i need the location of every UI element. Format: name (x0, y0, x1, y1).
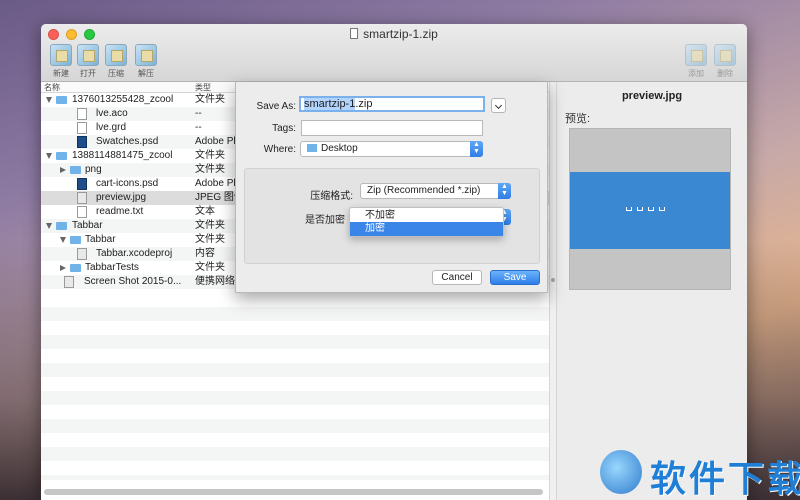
toolbar-extract-button[interactable]: 解压 (131, 44, 161, 79)
disclosure-triangle-icon[interactable] (60, 265, 66, 271)
psd-file-icon (77, 178, 87, 190)
preview-image (569, 128, 731, 290)
folder-icon (56, 222, 67, 230)
expand-dialog-button[interactable] (491, 98, 506, 113)
preview-pane: preview.jpg 预览: (557, 82, 747, 500)
splitter-handle-icon (551, 278, 555, 282)
toolbar-delete-button[interactable]: 删除 (710, 44, 740, 79)
extract-icon (135, 44, 157, 66)
column-name-header[interactable]: 名称 (44, 82, 60, 93)
cancel-button[interactable]: Cancel (432, 270, 482, 285)
toolbar-compress-button[interactable]: 压缩 (101, 44, 131, 79)
disclosure-triangle-icon[interactable] (60, 167, 66, 173)
preview-title: preview.jpg (621, 90, 683, 102)
file-icon (77, 108, 87, 120)
where-label: Where: (263, 144, 296, 155)
folder-icon (56, 96, 67, 104)
chevron-down-icon (494, 101, 503, 110)
menu-item-encrypt[interactable]: 加密 (350, 222, 503, 236)
cart-icon (648, 207, 654, 211)
watermark-logo: 软件下载 (590, 444, 800, 500)
horizontal-scrollbar[interactable] (44, 489, 543, 495)
dragon-logo-icon (600, 450, 642, 494)
pane-splitter[interactable] (549, 82, 557, 500)
image-file-icon (64, 276, 74, 288)
toolbar-open-button[interactable]: 打开 (73, 44, 103, 79)
format-popup[interactable]: Zip (Recommended *.zip) ▲ ▼ (360, 183, 511, 199)
tags-label: Tags: (272, 123, 296, 134)
folder-icon (56, 152, 67, 160)
folder-icon (307, 144, 317, 152)
save-dialog: Save As: smartzip-1.zip Tags: Where: Des… (235, 82, 548, 293)
new-archive-icon (50, 44, 72, 66)
encrypt-label: 是否加密 (305, 215, 345, 226)
empty-rows (41, 293, 549, 480)
popup-stepper-icon: ▲ ▼ (470, 141, 483, 157)
document-icon (350, 28, 359, 39)
disclosure-triangle-icon[interactable] (46, 223, 52, 229)
save-as-field[interactable]: smartzip-1.zip (299, 96, 485, 112)
preview-image-band (570, 172, 730, 249)
format-label: 压缩格式: (310, 191, 353, 202)
disclosure-triangle-icon[interactable] (46, 97, 52, 103)
menu-item-no-encrypt[interactable]: 不加密 (350, 209, 503, 223)
column-kind-header[interactable]: 类型 (195, 82, 211, 93)
folder-icon (70, 236, 81, 244)
folder-icon (70, 166, 81, 174)
where-popup[interactable]: Desktop ▲ ▼ (300, 141, 483, 157)
add-icon (685, 44, 707, 66)
text-file-icon (77, 206, 87, 218)
cart-icon (637, 207, 643, 211)
titlebar: smartzip-1.zip 新建 打开 压缩 解压 添加 删除 (41, 24, 747, 82)
disclosure-triangle-icon[interactable] (60, 237, 66, 243)
toolbar-new-button[interactable]: 新建 (46, 44, 76, 79)
popup-stepper-icon: ▲ ▼ (498, 183, 511, 199)
compress-icon (105, 44, 127, 66)
image-file-icon (77, 192, 87, 204)
file-icon (77, 122, 87, 134)
tags-field[interactable] (301, 120, 483, 136)
disclosure-triangle-icon[interactable] (46, 153, 52, 159)
folder-icon (70, 264, 81, 272)
watermark-text: 软件下载 (650, 458, 800, 499)
save-button[interactable]: Save (490, 270, 540, 285)
encrypt-dropdown-menu: 不加密 加密 (349, 207, 504, 237)
delete-icon (714, 44, 736, 66)
psd-file-icon (77, 136, 87, 148)
window-title: smartzip-1.zip (41, 27, 747, 41)
save-as-label: Save As: (256, 101, 296, 112)
xcodeproj-file-icon (77, 248, 87, 260)
cart-icon (659, 207, 665, 211)
toolbar-add-button[interactable]: 添加 (681, 44, 711, 79)
open-archive-icon (77, 44, 99, 66)
preview-label: 预览: (565, 113, 591, 125)
cart-icon (626, 207, 632, 211)
